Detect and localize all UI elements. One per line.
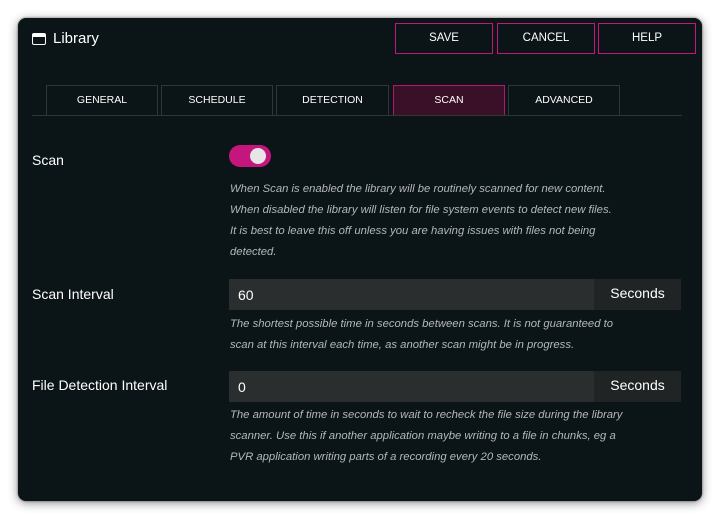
tab-detection[interactable]: DETECTION	[276, 85, 389, 115]
tab-schedule[interactable]: SCHEDULE	[161, 85, 273, 115]
tab-advanced[interactable]: ADVANCED	[508, 85, 620, 115]
cancel-button[interactable]: CANCEL	[497, 23, 595, 54]
help-line: scanner. Use this if another application…	[230, 430, 616, 442]
library-dialog: Library SAVE CANCEL HELP GENERAL SCHEDUL…	[18, 18, 702, 501]
file-detection-interval-input[interactable]	[229, 371, 594, 402]
save-button[interactable]: SAVE	[395, 23, 493, 54]
scan-label: Scan	[32, 152, 64, 168]
scan-toggle[interactable]	[229, 145, 271, 167]
file-detection-interval-label: File Detection Interval	[32, 377, 168, 393]
scan-help-text: When Scan is enabled the library will be…	[230, 179, 680, 263]
tab-general[interactable]: GENERAL	[46, 85, 158, 115]
help-line: The amount of time in seconds to wait to…	[230, 409, 623, 421]
scan-interval-input[interactable]	[229, 279, 594, 310]
help-line: When disabled the library will listen fo…	[230, 204, 612, 216]
file-detection-interval-help-text: The amount of time in seconds to wait to…	[230, 405, 680, 468]
help-line: PVR application writing parts of a recor…	[230, 451, 542, 463]
scan-interval-unit: Seconds	[594, 279, 681, 310]
window-icon	[32, 33, 46, 45]
scan-interval-help-text: The shortest possible time in seconds be…	[230, 314, 680, 356]
tab-divider	[32, 115, 682, 116]
file-detection-interval-unit: Seconds	[594, 371, 681, 402]
help-line: scan at this interval each time, as anot…	[230, 339, 575, 351]
help-line: The shortest possible time in seconds be…	[230, 318, 614, 330]
tab-scan[interactable]: SCAN	[393, 85, 505, 115]
help-line: detected.	[230, 246, 277, 258]
toggle-knob	[250, 148, 266, 164]
help-button[interactable]: HELP	[598, 23, 696, 54]
help-line: When Scan is enabled the library will be…	[230, 183, 606, 195]
help-line: It is best to leave this off unless you …	[230, 225, 596, 237]
scan-interval-label: Scan Interval	[32, 286, 114, 302]
dialog-title: Library	[53, 30, 99, 47]
